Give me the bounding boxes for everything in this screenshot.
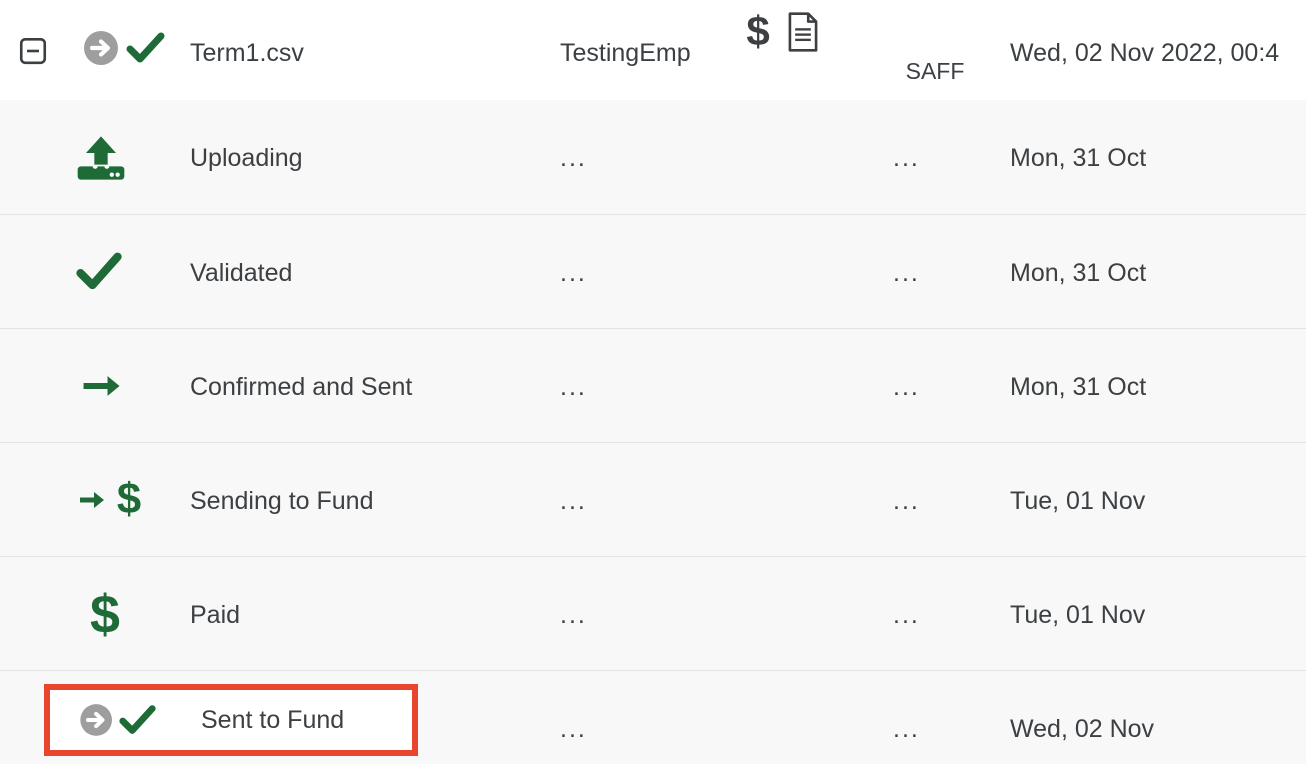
highlight-annotation: Sent to Fund (44, 684, 418, 756)
row-status-label: Uploading (190, 144, 303, 172)
table-row[interactable]: Validated ... ... Mon, 31 Oct (0, 214, 1306, 328)
header-employer-name: TestingEmp (560, 39, 691, 67)
row-status-label: Paid (190, 601, 241, 629)
row-col3-value: ... (560, 373, 587, 401)
header-document-icon-group: $ (740, 8, 820, 56)
circle-arrow-check-icon (80, 24, 168, 72)
header-date: Wed, 02 Nov 2022, 00:4 (1010, 39, 1280, 67)
dollar-icon: $ (746, 8, 769, 55)
row-col4-value: ... (893, 259, 920, 287)
row-col3-value: ... (560, 601, 587, 629)
svg-text:$: $ (746, 8, 769, 55)
row-status-label: Sent to Fund (201, 705, 345, 734)
table-row[interactable]: $ Sending to Fund ... ... Tue, 01 Nov (0, 442, 1306, 556)
row-date: Mon, 31 Oct (1010, 259, 1147, 287)
header-file-name: Term1.csv (190, 39, 304, 67)
table-row[interactable]: Uploading ... ... Mon, 31 Oct (0, 100, 1306, 214)
row-col4-value: ... (893, 487, 920, 515)
row-col3-value: ... (560, 259, 587, 287)
row-status-label: Validated (190, 259, 293, 287)
table-row[interactable]: Confirmed and Sent ... ... Mon, 31 Oct (0, 328, 1306, 442)
svg-text:$: $ (117, 476, 141, 524)
row-status-label: Confirmed and Sent (190, 373, 413, 401)
row-date: Mon, 31 Oct (1010, 144, 1147, 172)
row-col3-value: ... (560, 144, 587, 172)
row-status-label: Sending to Fund (190, 487, 374, 515)
upload-icon (74, 133, 194, 183)
row-col4-value: ... (893, 601, 920, 629)
status-history-table: Term1.csv TestingEmp $ SAFF Wed, 02 Nov … (0, 0, 1306, 764)
arrow-right-icon (74, 362, 194, 410)
row-date: Tue, 01 Nov (1010, 601, 1146, 629)
arrow-dollar-icon: $ (74, 476, 194, 524)
document-icon (788, 12, 818, 52)
collapse-minus-icon[interactable] (18, 36, 50, 68)
row-col4-value: ... (893, 144, 920, 172)
row-col4-value: ... (893, 715, 920, 743)
row-col3-value: ... (560, 487, 587, 515)
table-header-row[interactable]: Term1.csv TestingEmp $ SAFF Wed, 02 Nov … (0, 0, 1306, 100)
circle-arrow-check-icon (76, 696, 159, 744)
row-date: Tue, 01 Nov (1010, 487, 1146, 515)
check-icon (74, 248, 194, 296)
svg-text:$: $ (90, 590, 120, 644)
header-fund-label: SAFF (905, 58, 965, 84)
row-col3-value: ... (560, 715, 587, 743)
table-row[interactable]: $ Paid ... ... Tue, 01 Nov (0, 556, 1306, 670)
row-date: Mon, 31 Oct (1010, 373, 1147, 401)
row-date: Wed, 02 Nov (1010, 715, 1155, 743)
row-col4-value: ... (893, 373, 920, 401)
